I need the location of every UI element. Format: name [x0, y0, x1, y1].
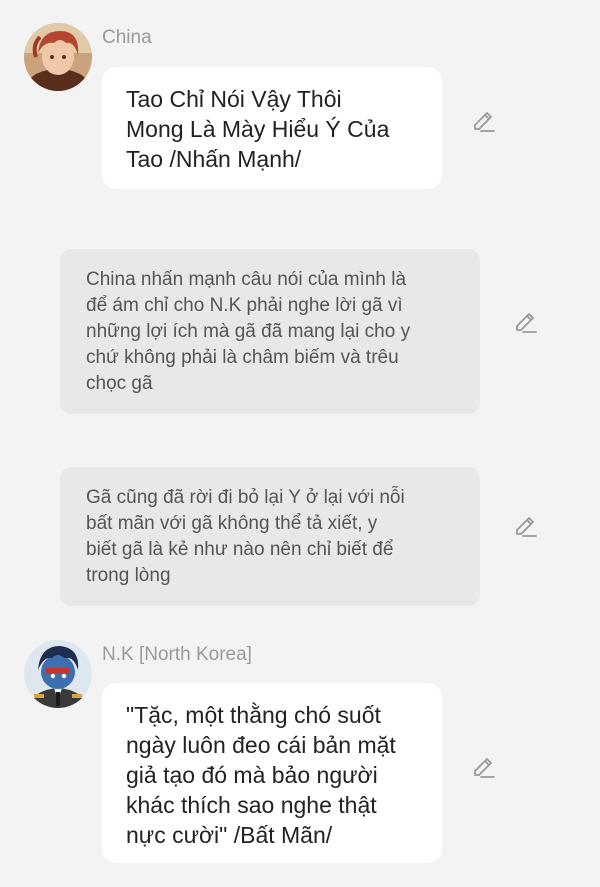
speaker-name: N.K [North Korea]	[102, 644, 252, 665]
dialogue-bubble: "Tặc, một thằng chó suốt ngày luôn đeo c…	[102, 683, 442, 863]
narration-bubble: Gã cũng đã rời đi bỏ lại Y ở lại với nỗi…	[60, 467, 480, 606]
dialogue-text: "Tặc, một thằng chó suốt ngày luôn đeo c…	[126, 702, 396, 848]
dialogue-bubble: Tao Chỉ Nói Vậy Thôi Mong Là Mày Hiểu Ý …	[102, 67, 442, 189]
avatar-north-korea[interactable]	[24, 640, 92, 708]
pencil-icon	[474, 758, 495, 778]
edit-button[interactable]	[470, 752, 498, 780]
edit-button[interactable]	[470, 106, 498, 134]
narration-text: Gã cũng đã rời đi bỏ lại Y ở lại với nỗi…	[86, 487, 405, 586]
edit-button[interactable]	[512, 307, 540, 335]
pencil-icon	[516, 517, 537, 537]
pencil-icon	[516, 313, 537, 333]
pencil-icon	[474, 112, 495, 132]
narration-text: China nhấn mạnh câu nói của mình là để á…	[86, 269, 411, 394]
avatar-china[interactable]	[24, 23, 92, 91]
narration-bubble: China nhấn mạnh câu nói của mình là để á…	[60, 249, 480, 414]
edit-button[interactable]	[512, 511, 540, 539]
dialogue-text: Tao Chỉ Nói Vậy Thôi Mong Là Mày Hiểu Ý …	[126, 86, 390, 172]
speaker-name: China	[102, 27, 152, 48]
